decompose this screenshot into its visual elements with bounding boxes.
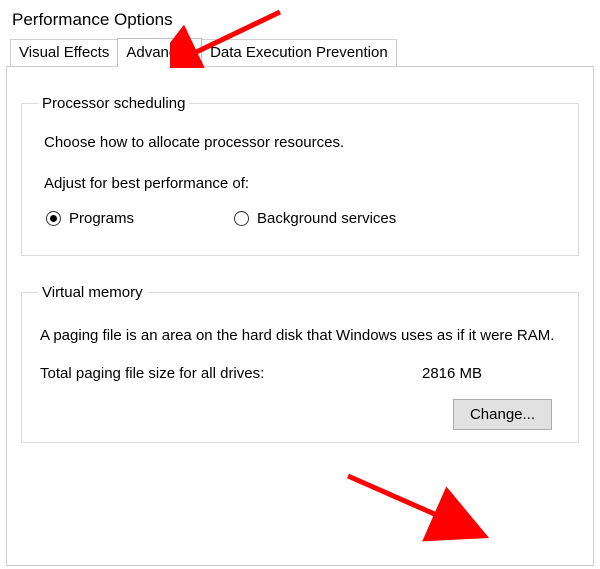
radio-icon (234, 211, 249, 226)
group-legend-processor: Processor scheduling (38, 95, 189, 112)
tab-data-execution-prevention[interactable]: Data Execution Prevention (201, 39, 397, 66)
group-processor-scheduling: Processor scheduling Choose how to alloc… (21, 95, 579, 256)
adjust-label: Adjust for best performance of: (44, 175, 562, 192)
window-title: Performance Options (0, 0, 600, 38)
radio-programs[interactable]: Programs (46, 210, 134, 227)
tab-visual-effects[interactable]: Visual Effects (10, 39, 118, 66)
tab-advanced[interactable]: Advanced (117, 38, 202, 67)
tab-strip: Visual Effects Advanced Data Execution P… (0, 38, 600, 66)
group-virtual-memory: Virtual memory A paging file is an area … (21, 284, 579, 443)
change-button[interactable]: Change... (453, 399, 552, 430)
radio-background-services[interactable]: Background services (234, 210, 396, 227)
vm-total-value: 2816 MB (422, 365, 512, 382)
radio-icon (46, 211, 61, 226)
vm-total-label: Total paging file size for all drives: (40, 365, 264, 382)
tab-panel-advanced: Processor scheduling Choose how to alloc… (6, 66, 594, 566)
group-legend-vm: Virtual memory (38, 284, 147, 301)
processor-desc: Choose how to allocate processor resourc… (44, 134, 562, 151)
vm-desc: A paging file is an area on the hard dis… (40, 325, 560, 347)
radio-background-label: Background services (257, 210, 396, 227)
radio-programs-label: Programs (69, 210, 134, 227)
